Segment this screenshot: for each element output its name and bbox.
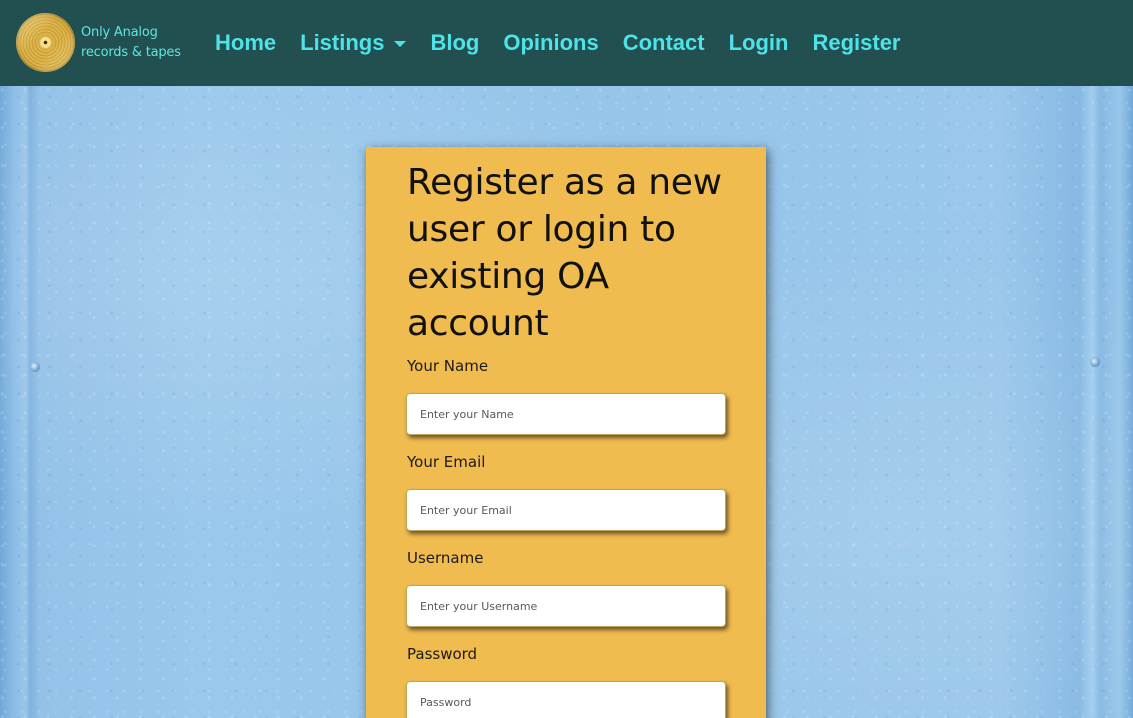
nav-link-opinions[interactable]: Opinions (503, 26, 598, 60)
nav-link-blog[interactable]: Blog (430, 26, 479, 60)
nav-item-opinions: Opinions (503, 26, 598, 60)
gold-vinyl-record-icon (16, 13, 75, 72)
right-rivet-decoration (1090, 357, 1100, 367)
brand-logo-link[interactable]: Only Analog records & tapes (16, 13, 181, 72)
nav-item-contact: Contact (623, 26, 705, 60)
nav-item-listings: Listings (300, 26, 407, 60)
nav-link-contact[interactable]: Contact (623, 26, 705, 60)
nav-link-listings-label: Listings (300, 30, 385, 55)
left-rivet-decoration (30, 362, 40, 372)
top-navbar: Only Analog records & tapes Home Listing… (0, 0, 1133, 86)
nav-item-register: Register (812, 26, 900, 60)
password-label: Password (407, 645, 478, 663)
nav-link-listings-dropdown[interactable]: Listings (300, 26, 407, 60)
nav-link-register[interactable]: Register (812, 26, 900, 60)
registration-form-card: Register as a new user or login to exist… (366, 147, 766, 718)
brand-text: Only Analog records & tapes (81, 23, 181, 63)
nav-link-login[interactable]: Login (729, 26, 789, 60)
username-input[interactable] (406, 585, 726, 627)
nav-link-home[interactable]: Home (215, 26, 276, 60)
main-nav: Home Listings Blog Opinions Contact Logi… (215, 26, 925, 60)
name-label: Your Name (407, 357, 489, 375)
form-title: Register as a new user or login to exist… (407, 162, 722, 344)
name-input[interactable] (406, 393, 726, 435)
nav-item-blog: Blog (430, 26, 479, 60)
chevron-down-icon (394, 41, 407, 47)
brand-line-2: records & tapes (81, 44, 181, 60)
email-input[interactable] (406, 489, 726, 531)
nav-item-home: Home (215, 26, 276, 60)
email-label: Your Email (407, 453, 486, 471)
nav-item-login: Login (729, 26, 789, 60)
username-label: Username (407, 549, 484, 567)
password-input[interactable] (406, 681, 726, 718)
brand-line-1: Only Analog (81, 24, 158, 40)
